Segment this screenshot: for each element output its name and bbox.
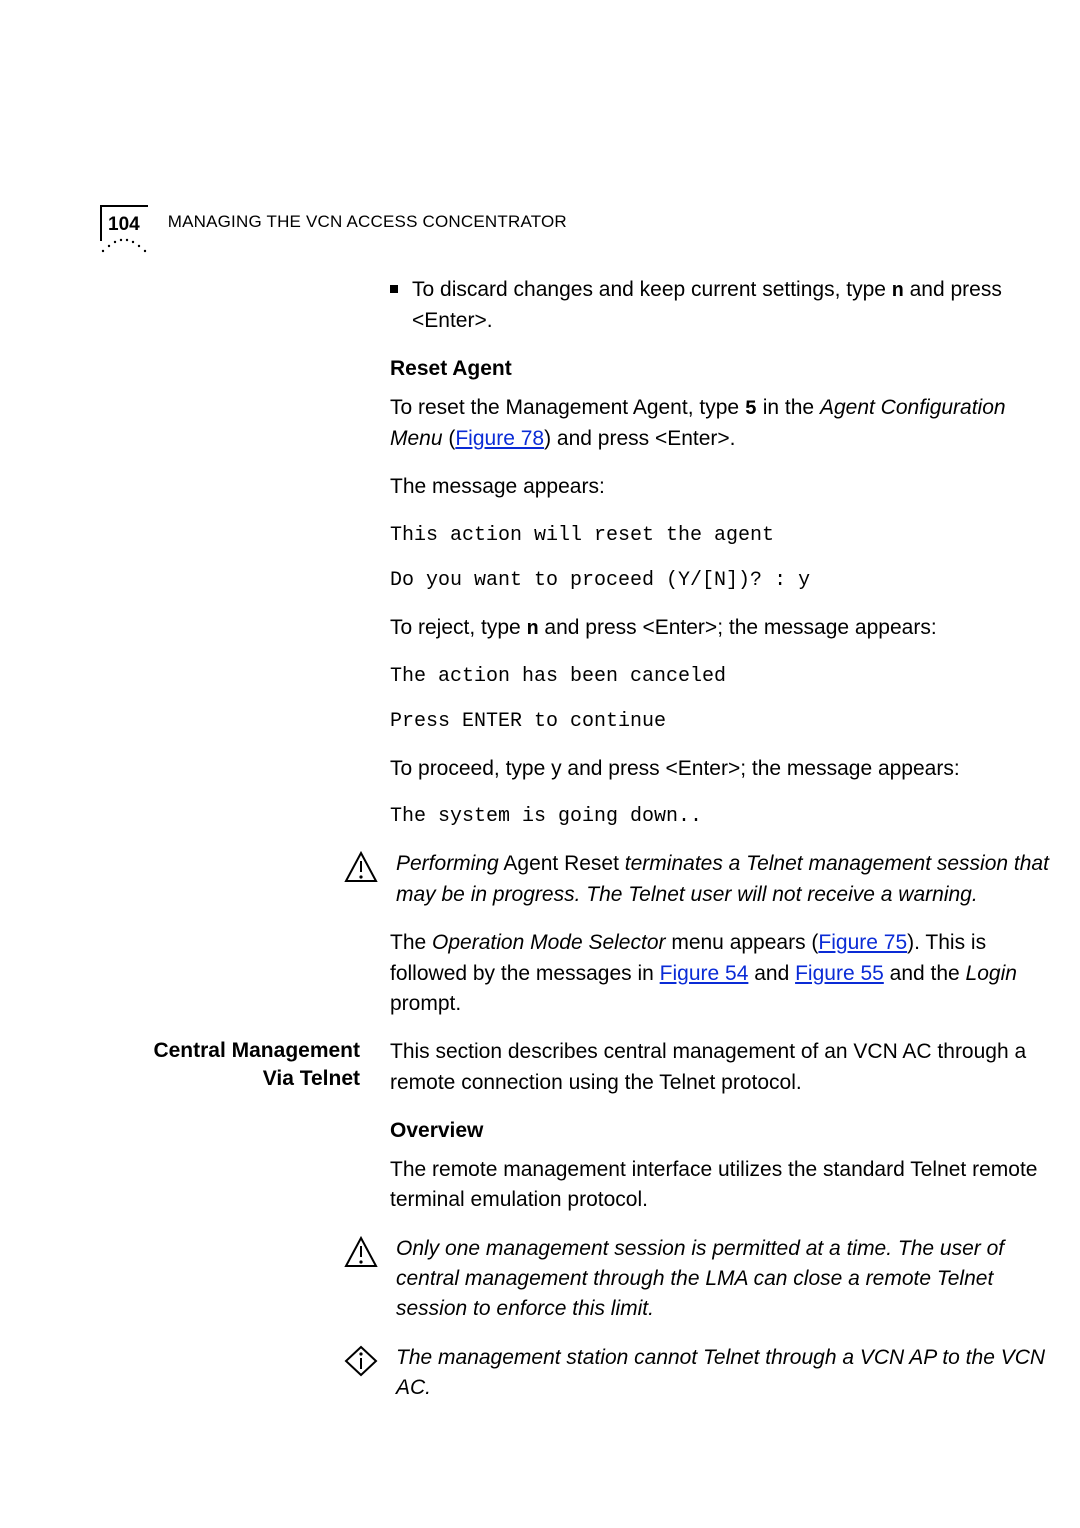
figure-54-link[interactable]: Figure 54 [660,962,749,985]
info-diamond-icon [344,1345,378,1377]
central-mgmt-section: Central Management Via Telnet This secti… [390,1037,1050,1098]
discard-changes-bullet: To discard changes and keep current sett… [390,275,1050,336]
warning-triangle-icon [344,851,378,883]
central-mgmt-side-heading: Central Management Via Telnet [100,1037,360,1092]
warning-triangle-icon [344,1236,378,1268]
bullet-text: To discard changes and keep current sett… [412,275,1050,336]
mono-reset-msg-1: This action will reset the agent [390,521,1050,550]
reject-instruction: To reject, type n and press <Enter>; the… [390,613,1050,644]
mono-reset-msg-2: Do you want to proceed (Y/[N])? : y [390,566,1050,595]
central-mgmt-intro: This section describes central managemen… [390,1037,1050,1098]
reset-agent-heading: Reset Agent [390,354,1050,384]
overview-heading: Overview [390,1116,1050,1146]
telnet-info-text: The management station cannot Telnet thr… [396,1343,1050,1404]
mono-going-down: The system is going down.. [390,802,1050,831]
proceed-instruction: To proceed, type y and press <Enter>; th… [390,754,1050,784]
reset-agent-intro: To reset the Management Agent, type 5 in… [390,393,1050,454]
single-session-warning: Only one management session is permitted… [344,1234,1050,1325]
figure-78-link[interactable]: Figure 78 [455,427,544,450]
running-header: 104 MANAGING THE VCN ACCESS CONCENTRATOR [100,205,567,241]
mono-cancel-msg-2: Press ENTER to continue [390,707,1050,736]
mono-cancel-msg-1: The action has been canceled [390,662,1050,691]
single-session-warning-text: Only one management session is permitted… [396,1234,1050,1325]
page-body: To discard changes and keep current sett… [390,275,1050,1404]
overview-para: The remote management interface utilizes… [390,1155,1050,1216]
reset-warning-callout: Performing Agent Reset terminates a Teln… [344,849,1050,910]
telnet-info-callout: The management station cannot Telnet thr… [344,1343,1050,1404]
message-appears-label: The message appears: [390,472,1050,502]
running-head-text: MANAGING THE VCN ACCESS CONCENTRATOR [168,210,567,235]
reset-warning-text: Performing Agent Reset terminates a Teln… [396,849,1050,910]
post-reset-para: The Operation Mode Selector menu appears… [390,928,1050,1019]
bullet-icon [390,285,398,293]
figure-75-link[interactable]: Figure 75 [818,931,907,954]
figure-55-link[interactable]: Figure 55 [795,962,884,985]
header-dot-decoration-icon [100,236,152,254]
